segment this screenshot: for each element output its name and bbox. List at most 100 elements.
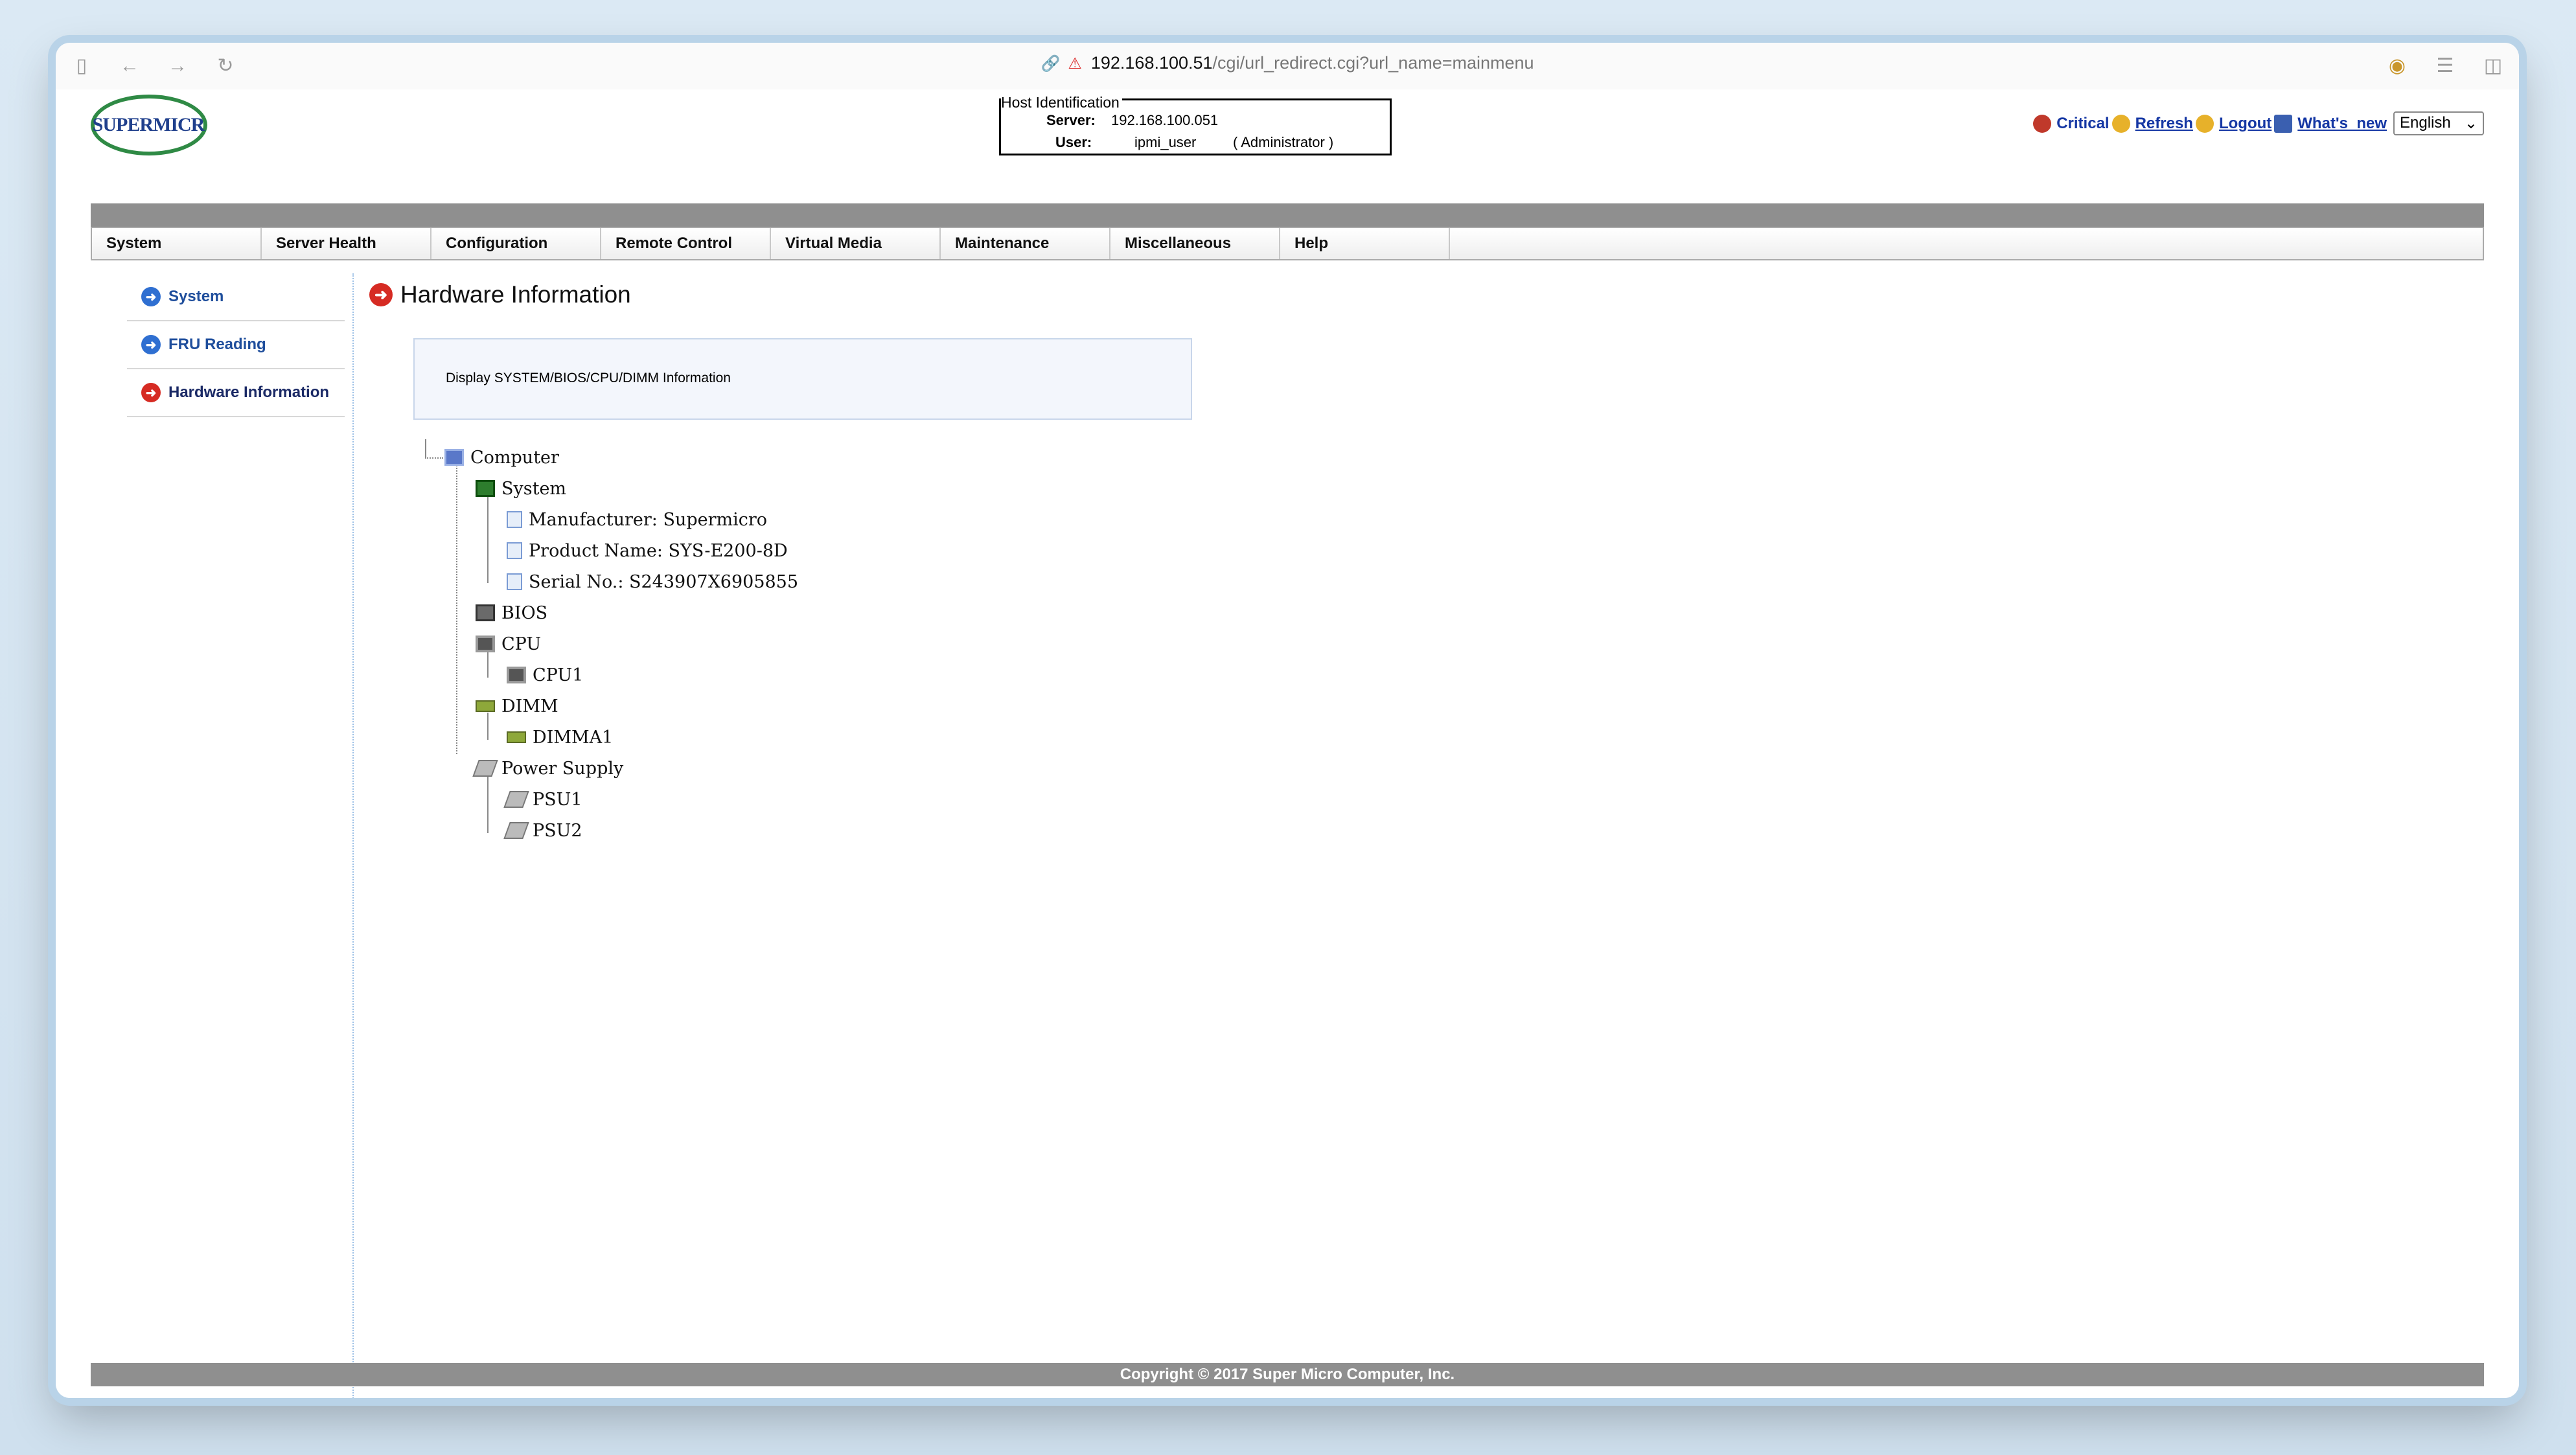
tree-node-computer[interactable]: Computer (444, 444, 559, 470)
tree-node-label: System (501, 478, 567, 499)
tree-node-bios[interactable]: BIOS (476, 600, 547, 626)
menu-help[interactable]: Help (1280, 228, 1450, 259)
tree-node-label: Computer (470, 447, 559, 468)
main-content: ➜ Hardware Information Display SYSTEM/BI… (359, 266, 2484, 1346)
header-links: Critical Refresh Logout What's_new Engli… (2033, 111, 2484, 135)
address-bar[interactable]: 🔗 ⚠ 192.168.100.51/cgi/url_redirect.cgi?ur… (56, 53, 2519, 73)
menu-virtual-media[interactable]: Virtual Media (771, 228, 941, 259)
insecure-icon: ⚠ (1068, 55, 1082, 73)
chevron-down-icon: ⌄ (2464, 115, 2478, 132)
tree-node-product-name[interactable]: Product Name: SYS-E200-8D (507, 538, 788, 564)
sidebar-item-label: System (168, 288, 224, 305)
menu-system[interactable]: System (92, 228, 262, 259)
menu-miscellaneous[interactable]: Miscellaneous (1110, 228, 1280, 259)
whats-new-icon (2274, 114, 2293, 133)
ipmi-page: SUPERMICR Host Identification Server: 19… (56, 89, 2519, 1398)
language-select[interactable]: English ⌄ (2393, 111, 2484, 135)
logout-link[interactable]: Logout (2219, 115, 2271, 133)
document-icon (507, 573, 522, 590)
page-title-text: Hardware Information (400, 281, 631, 308)
host-identification-legend: Host Identification (1001, 94, 1122, 111)
tree-node-cpu[interactable]: CPU (476, 631, 541, 657)
power-supply-icon (503, 822, 529, 839)
sidebar-item-system[interactable]: ➜ System (127, 273, 345, 321)
tree-node-label: DIMM (501, 696, 558, 716)
sidebar: ➜ System ➜ FRU Reading ➜ Hardware Inform… (127, 273, 345, 417)
tree-node-label: CPU (501, 634, 542, 654)
host-identification: Host Identification Server: 192.168.100.… (999, 94, 1392, 155)
tree-node-cpu1[interactable]: CPU1 (507, 662, 583, 688)
link-icon: 🔗 (1041, 55, 1061, 73)
power-supply-icon (503, 791, 529, 808)
tree-node-system[interactable]: System (476, 475, 566, 501)
url-host: 192.168.100.51 (1090, 53, 1213, 73)
arrow-right-icon: ➜ (141, 383, 161, 402)
reader-icon[interactable]: ☰ (2433, 54, 2457, 78)
menu-configuration[interactable]: Configuration (431, 228, 601, 259)
tree-node-dimm[interactable]: DIMM (476, 693, 558, 719)
whats-new-link[interactable]: What's_new (2297, 115, 2387, 133)
tree-node-psu1[interactable]: PSU1 (503, 786, 582, 812)
menu-maintenance[interactable]: Maintenance (941, 228, 1110, 259)
power-supply-icon (472, 760, 498, 777)
tree-node-dimma1[interactable]: DIMMA1 (507, 724, 613, 750)
tree-node-power-supply[interactable]: Power Supply (472, 755, 624, 781)
tree-node-label: Power Supply (501, 758, 624, 779)
split-view-icon[interactable]: ◫ (2481, 54, 2505, 78)
tree-node-label: PSU2 (533, 820, 582, 841)
sidebar-item-fru-reading[interactable]: ➜ FRU Reading (127, 321, 345, 369)
document-icon (507, 511, 522, 528)
tree-node-psu2[interactable]: PSU2 (503, 818, 582, 843)
footer: Copyright © 2017 Super Micro Computer, I… (91, 1363, 2484, 1386)
description-box: Display SYSTEM/BIOS/CPU/DIMM Information (413, 338, 1192, 420)
tree-line (487, 495, 489, 583)
browser-window: ▯ ← → ↻ 🔗 ⚠ 192.168.100.51/cgi/url_redirec… (56, 43, 2519, 1398)
refresh-link[interactable]: Refresh (2135, 115, 2193, 133)
tree-node-label: DIMMA1 (533, 727, 614, 748)
memory-module-icon (476, 700, 495, 712)
tree-line (425, 439, 426, 457)
cpu-icon (507, 667, 526, 683)
document-icon (507, 542, 522, 559)
tree-node-label: Manufacturer: Supermicro (529, 509, 768, 530)
description-text: Display SYSTEM/BIOS/CPU/DIMM Information (446, 371, 731, 385)
sidebar-item-label: Hardware Information (168, 384, 330, 401)
tree-node-manufacturer[interactable]: Manufacturer: Supermicro (507, 507, 767, 533)
server-label: Server: (1046, 112, 1096, 128)
arrow-right-icon: ➜ (369, 283, 393, 306)
logout-icon (2195, 114, 2214, 133)
critical-icon (2033, 114, 2052, 133)
header-gray-bar (91, 203, 2484, 227)
tree-node-label: Product Name: SYS-E200-8D (529, 540, 788, 561)
tree-node-label: BIOS (501, 602, 548, 623)
sidebar-divider (352, 273, 354, 1398)
logo-text: SUPERMICR (92, 114, 205, 135)
tree-node-label: CPU1 (533, 665, 584, 685)
url-path: /cgi/url_redirect.cgi?url_name=mainmenu (1212, 53, 1534, 73)
supermicro-logo: SUPERMICR (91, 95, 207, 155)
menu-server-health[interactable]: Server Health (262, 228, 431, 259)
copyright-text: Copyright © 2017 Super Micro Computer, I… (1120, 1366, 1455, 1383)
sidebar-item-hardware-information[interactable]: ➜ Hardware Information (127, 369, 345, 417)
refresh-icon (2111, 114, 2130, 133)
menu-remote-control[interactable]: Remote Control (601, 228, 771, 259)
user-value: ipmi_user (1134, 134, 1197, 150)
user-role: ( Administrator ) (1233, 134, 1334, 150)
tree-node-label: Serial No.: S243907X6905855 (529, 571, 799, 592)
extension-icon[interactable]: ◉ (2386, 54, 2409, 78)
arrow-right-icon: ➜ (141, 335, 161, 354)
sidebar-item-label: FRU Reading (168, 336, 266, 353)
critical-link[interactable]: Critical (2056, 115, 2109, 133)
computer-icon (444, 449, 464, 466)
bios-chip-icon (476, 604, 495, 621)
tree-line (456, 465, 457, 754)
main-menu: System Server Health Configuration Remot… (91, 227, 2484, 260)
browser-toolbar: ▯ ← → ↻ 🔗 ⚠ 192.168.100.51/cgi/url_redirec… (56, 43, 2519, 90)
user-label: User: (1055, 134, 1092, 150)
page-title: ➜ Hardware Information (369, 281, 631, 308)
memory-module-icon (507, 731, 526, 743)
tree-node-serial-no[interactable]: Serial No.: S243907X6905855 (507, 569, 798, 595)
server-value: 192.168.100.051 (1111, 112, 1219, 128)
system-board-icon (476, 480, 495, 497)
language-value: English (2400, 114, 2451, 132)
